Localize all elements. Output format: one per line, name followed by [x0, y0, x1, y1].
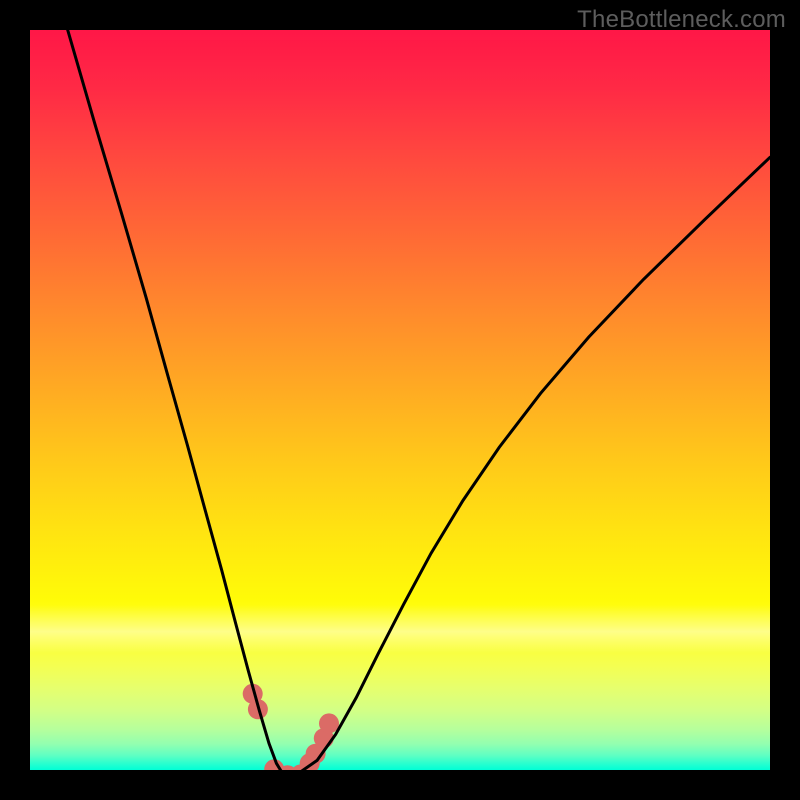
chart-frame: TheBottleneck.com [0, 0, 800, 800]
highlight-dot [319, 713, 339, 733]
curve-left [68, 30, 286, 770]
curve-right [286, 157, 770, 770]
curve-layer [30, 30, 770, 770]
highlight-dots-group [243, 684, 339, 770]
watermark-text: TheBottleneck.com [577, 6, 786, 34]
plot-area [30, 30, 770, 770]
